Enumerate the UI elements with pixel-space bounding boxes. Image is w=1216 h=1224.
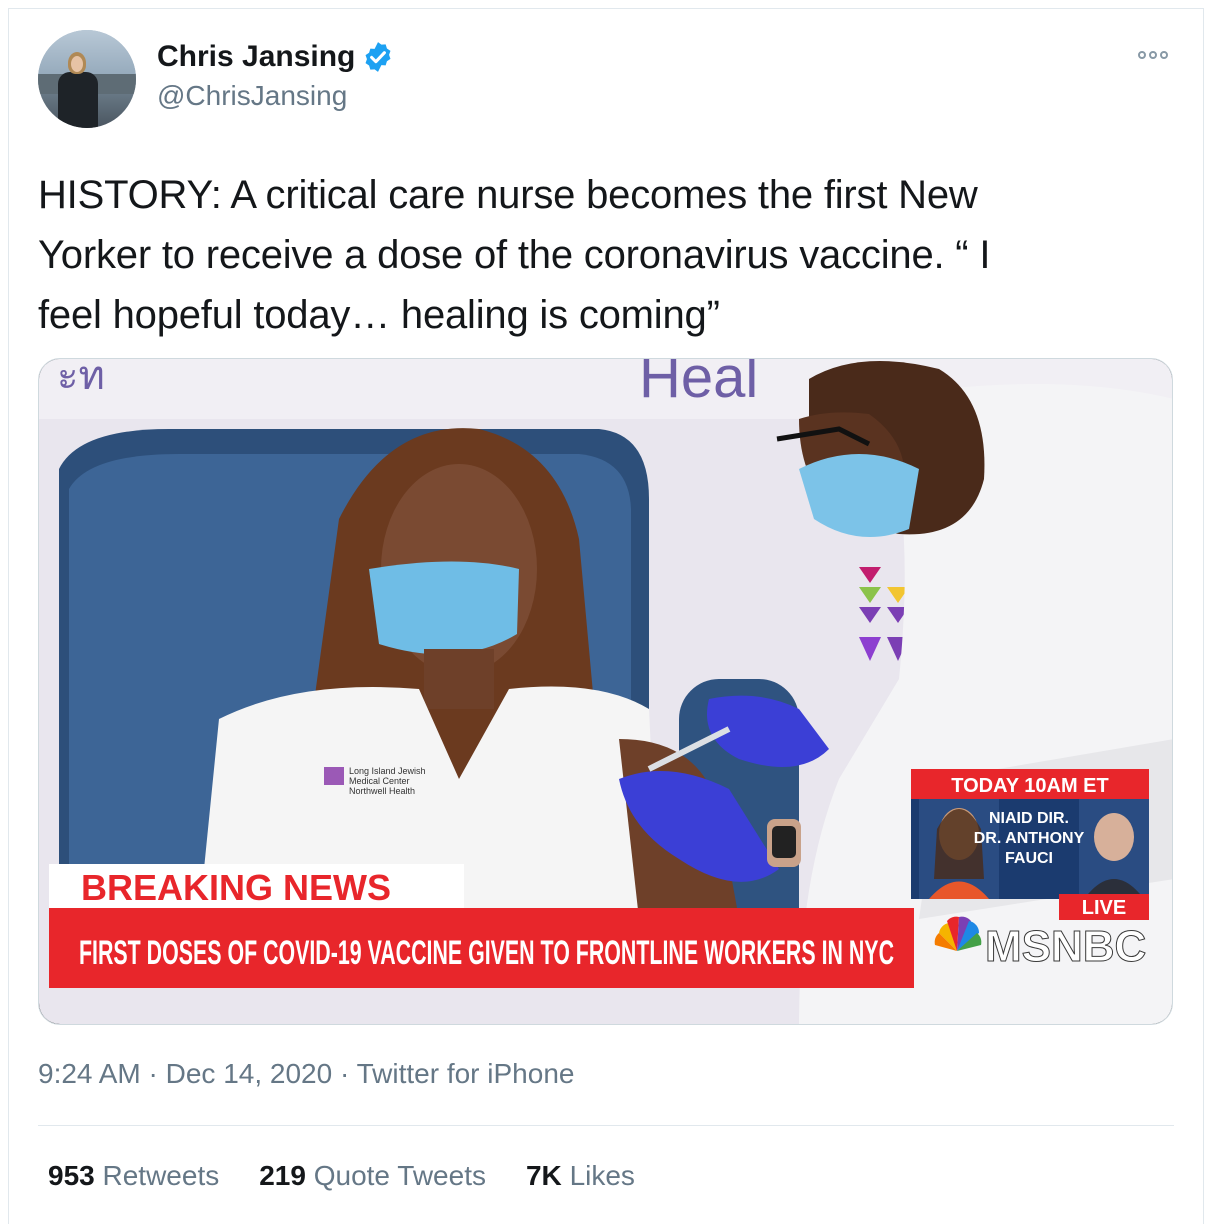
tweet-stats: 953 Retweets 219 Quote Tweets 7K Likes [48, 1160, 635, 1192]
tweet-source[interactable]: Twitter for iPhone [357, 1058, 575, 1089]
author-name-row[interactable]: Chris Jansing [157, 40, 395, 74]
network-logo: MSNBC [985, 922, 1146, 971]
avatar[interactable] [38, 30, 136, 128]
promo-header: TODAY 10AM ET [951, 775, 1108, 797]
likes-count: 7K [525, 1160, 562, 1191]
chyron-headline: FIRST DOSES OF COVID-19 VACCINE GIVEN TO… [79, 934, 894, 972]
backdrop-text: Heal [639, 359, 758, 410]
shirt-logo-text: Medical Center [349, 776, 410, 786]
tweet-meta: 9:24 AM · Dec 14, 2020 · Twitter for iPh… [38, 1058, 574, 1090]
shirt-logo-text: Long Island Jewish [349, 766, 426, 776]
quote-tweets-stat[interactable]: 219 Quote Tweets [259, 1160, 486, 1192]
likes-stat[interactable]: 7K Likes [526, 1160, 635, 1192]
author-handle[interactable]: @ChrisJansing [157, 80, 347, 112]
more-options-icon[interactable] [1138, 47, 1174, 63]
quote-tweets-label: Quote Tweets [313, 1160, 486, 1191]
tweet-text-line: Yorker to receive a dose of the coronavi… [38, 233, 991, 277]
tweet-date[interactable]: Dec 14, 2020 [166, 1058, 333, 1089]
breaking-news-badge: BREAKING NEWS [81, 867, 391, 908]
tweet-time[interactable]: 9:24 AM [38, 1058, 141, 1089]
divider [38, 1125, 1174, 1126]
tweet-text-line: HISTORY: A critical care nurse becomes t… [38, 173, 978, 217]
meta-separator: · [339, 1058, 350, 1089]
tweet-media-photo[interactable]: Heal ะท Long Island Jewish Medical Cente… [38, 358, 1173, 1025]
backdrop-fragment: ะท [57, 359, 105, 398]
tweet-text-line: feel hopeful today… healing is coming” [38, 293, 720, 337]
promo-line: DR. ANTHONY [974, 830, 1085, 847]
quote-tweets-count: 219 [259, 1160, 306, 1191]
meta-separator: · [148, 1058, 158, 1089]
retweets-label: Retweets [102, 1160, 220, 1191]
promo-line: FAUCI [1005, 850, 1053, 867]
retweets-stat[interactable]: 953 Retweets [48, 1160, 219, 1192]
promo-line: NIAID DIR. [989, 810, 1069, 827]
retweets-count: 953 [48, 1160, 95, 1191]
tweet-text: HISTORY: A critical care nurse becomes t… [38, 165, 1178, 345]
verified-badge-icon [361, 40, 395, 74]
shirt-logo-text: Northwell Health [349, 786, 415, 796]
likes-label: Likes [569, 1160, 635, 1191]
live-label: LIVE [1082, 897, 1126, 919]
author-name[interactable]: Chris Jansing [157, 40, 355, 74]
